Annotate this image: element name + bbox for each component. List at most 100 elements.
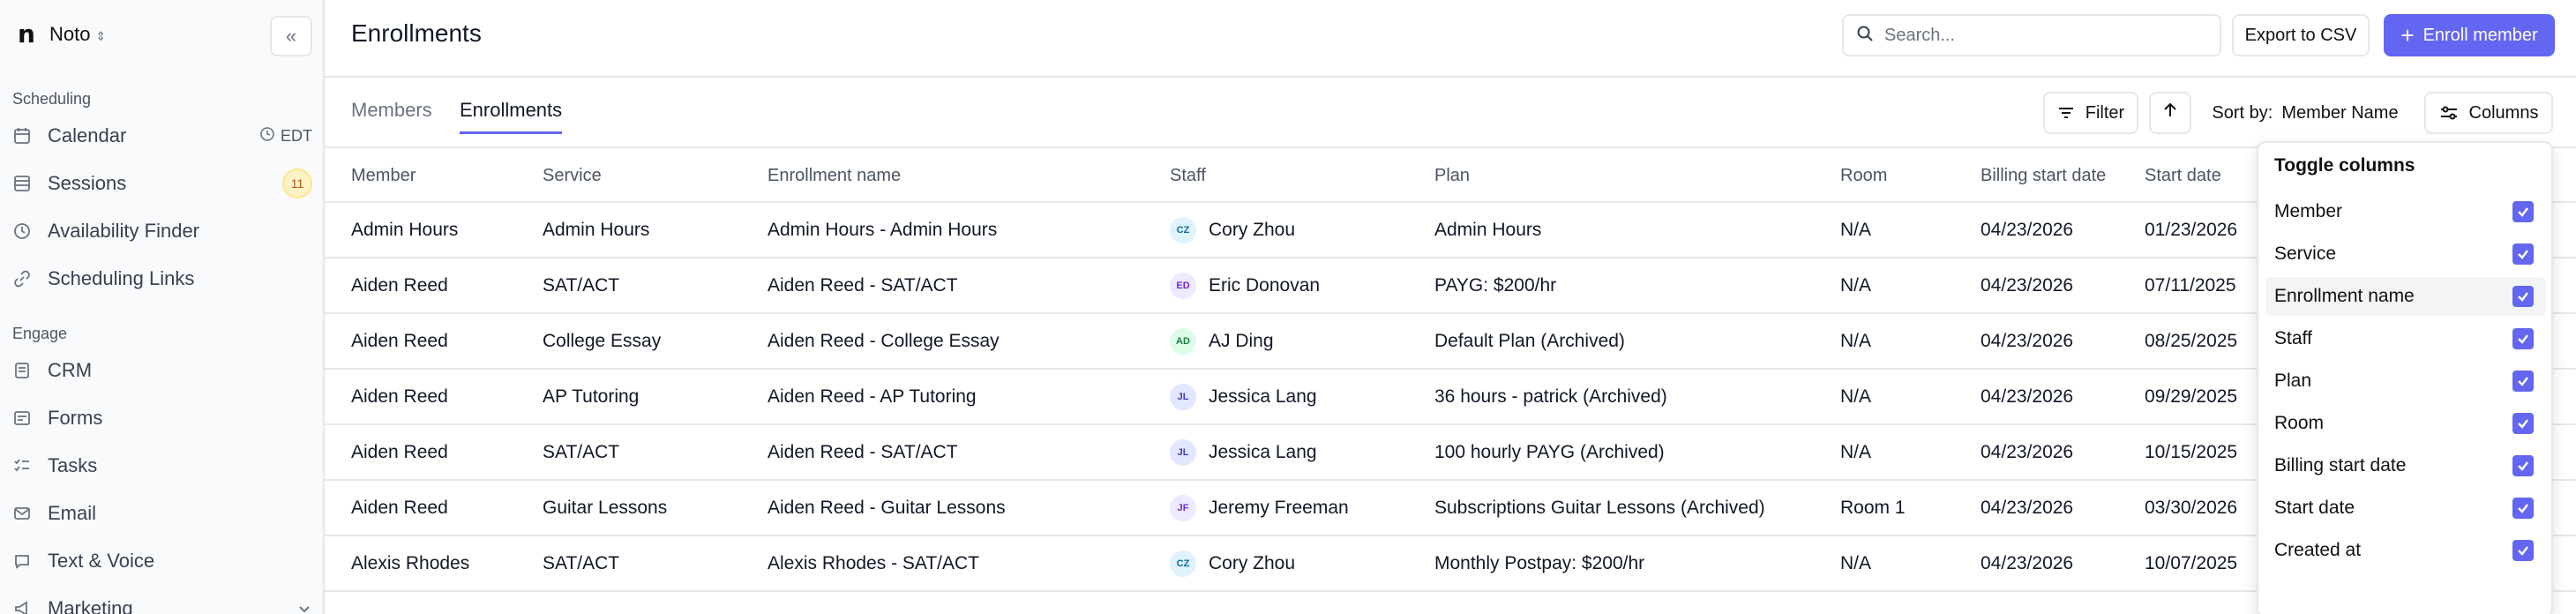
sidebar-item-label: Forms bbox=[48, 407, 103, 429]
cell-service: SAT/ACT bbox=[543, 274, 620, 296]
table-row[interactable]: Aiden Reed SAT/ACT Aiden Reed - SAT/ACT JL J… bbox=[325, 425, 2576, 481]
sidebar-item-label: Calendar bbox=[48, 124, 127, 146]
column-header-start-date[interactable]: Start date bbox=[2145, 148, 2221, 203]
megaphone-icon bbox=[12, 599, 32, 614]
org-switcher[interactable]: Noto ⇕ bbox=[49, 23, 106, 46]
cell-member: Alexis Rhodes bbox=[351, 552, 470, 573]
enroll-member-button[interactable]: + Enroll member bbox=[2384, 14, 2555, 56]
column-toggle-label: Enrollment name bbox=[2274, 286, 2415, 306]
cell-member: Admin Hours bbox=[351, 219, 459, 240]
table-row[interactable]: Aiden Reed Guitar Lessons Aiden Reed - Gui… bbox=[325, 481, 2576, 536]
arrow-up-icon bbox=[2161, 101, 2179, 124]
popup-title: Toggle columns bbox=[2274, 155, 2415, 176]
sidebar-item-marketing[interactable]: Marketing bbox=[12, 589, 312, 614]
table-row[interactable]: Admin Hours Admin Hours Admin Hours - Admi… bbox=[325, 203, 2576, 258]
clock-icon bbox=[259, 126, 275, 146]
cell-plan: Default Plan (Archived) bbox=[1434, 330, 1625, 351]
tasks-icon bbox=[12, 456, 32, 475]
checkbox-checked-icon[interactable] bbox=[2512, 243, 2534, 265]
sidebar-item-availability-finder[interactable]: Availability Finder bbox=[12, 212, 312, 251]
sidebar-item-crm[interactable]: CRM bbox=[12, 351, 312, 390]
staff-avatar: CZ bbox=[1170, 216, 1196, 243]
tab-members[interactable]: Members bbox=[351, 99, 432, 134]
sidebar-item-text-voice[interactable]: Text & Voice bbox=[12, 542, 312, 580]
columns-button[interactable]: Columns bbox=[2424, 92, 2553, 134]
staff-name: Eric Donovan bbox=[1209, 274, 1321, 296]
column-header-service[interactable]: Service bbox=[543, 148, 602, 203]
sidebar-item-scheduling-links[interactable]: Scheduling Links bbox=[12, 259, 312, 298]
column-toggle-item[interactable]: Billing start date bbox=[2265, 446, 2546, 485]
cell-room: Room 1 bbox=[1840, 497, 1906, 518]
sort-by-label: Sort by: bbox=[2212, 102, 2273, 123]
cell-start-date: 10/07/2025 bbox=[2145, 552, 2238, 573]
column-header-billing-start-date[interactable]: Billing start date bbox=[1981, 148, 2113, 203]
table-row[interactable]: Aiden Reed SAT/ACT Aiden Reed - SAT/ACT ED E… bbox=[325, 258, 2576, 314]
cell-member: Aiden Reed bbox=[351, 274, 448, 296]
header-divider bbox=[325, 76, 2576, 78]
cell-billing-start-date: 04/23/2026 bbox=[1981, 552, 2074, 573]
sidebar-item-label: Marketing bbox=[48, 597, 133, 614]
table-row[interactable]: Aiden Reed College Essay Aiden Reed - Coll… bbox=[325, 314, 2576, 370]
checkbox-checked-icon[interactable] bbox=[2512, 201, 2534, 222]
table-row[interactable]: Aiden Reed AP Tutoring Aiden Reed - AP Tut… bbox=[325, 370, 2576, 425]
column-toggle-item[interactable]: Service bbox=[2265, 235, 2546, 273]
table-row[interactable]: Alexis Rhodes SAT/ACT Alexis Rhodes - SAT/… bbox=[325, 536, 2576, 592]
cell-service: Admin Hours bbox=[543, 219, 650, 240]
column-toggle-item[interactable]: Plan bbox=[2265, 362, 2546, 401]
column-toggle-label: Room bbox=[2274, 413, 2325, 433]
checkbox-checked-icon[interactable] bbox=[2512, 286, 2534, 307]
column-header-plan[interactable]: Plan bbox=[1434, 148, 1470, 203]
sort-direction-button[interactable] bbox=[2149, 92, 2191, 134]
column-header-room[interactable]: Room bbox=[1840, 148, 1887, 203]
cell-plan: Subscriptions Guitar Lessons (Archived) bbox=[1434, 497, 1765, 518]
export-csv-button[interactable]: Export to CSV bbox=[2232, 14, 2370, 56]
table-header: Member Service Enrollment name Staff Pla… bbox=[325, 146, 2576, 203]
sidebar-item-sessions[interactable]: Sessions 11 bbox=[12, 164, 312, 203]
cell-start-date: 03/30/2026 bbox=[2145, 497, 2238, 518]
column-header-staff[interactable]: Staff bbox=[1170, 148, 1206, 203]
search-box[interactable] bbox=[1842, 14, 2221, 56]
staff-name: Jeremy Freeman bbox=[1209, 497, 1349, 518]
cell-staff: JF Jeremy Freeman bbox=[1170, 481, 1349, 535]
column-toggle-item[interactable]: Created at bbox=[2265, 531, 2546, 570]
cell-staff: JL Jessica Lang bbox=[1170, 425, 1317, 479]
sidebar-item-forms[interactable]: Forms bbox=[12, 399, 312, 438]
cell-enrollment-name: Aiden Reed - Guitar Lessons bbox=[768, 497, 1006, 518]
cell-enrollment-name: Alexis Rhodes - SAT/ACT bbox=[768, 552, 980, 573]
checkbox-checked-icon[interactable] bbox=[2512, 328, 2534, 349]
cell-member: Aiden Reed bbox=[351, 330, 448, 351]
cell-room: N/A bbox=[1840, 552, 1872, 573]
checkbox-checked-icon[interactable] bbox=[2512, 498, 2534, 519]
collapse-sidebar-button[interactable]: « bbox=[270, 16, 312, 56]
checkbox-checked-icon[interactable] bbox=[2512, 455, 2534, 476]
column-header-member[interactable]: Member bbox=[351, 148, 416, 203]
tab-enrollments[interactable]: Enrollments bbox=[460, 99, 563, 134]
sort-by-dropdown[interactable]: Sort by: Member Name bbox=[2197, 92, 2414, 134]
column-toggle-item[interactable]: Start date bbox=[2265, 489, 2546, 528]
column-toggle-item[interactable]: Member bbox=[2265, 192, 2546, 231]
column-toggle-item[interactable]: Enrollment name bbox=[2265, 277, 2546, 316]
column-toggle-label: Service bbox=[2274, 243, 2337, 264]
sidebar-item-email[interactable]: Email bbox=[12, 494, 312, 533]
column-header-enrollment-name[interactable]: Enrollment name bbox=[768, 148, 901, 203]
cell-room: N/A bbox=[1840, 386, 1872, 407]
list-icon bbox=[12, 174, 32, 193]
sidebar-item-tasks[interactable]: Tasks bbox=[12, 446, 312, 485]
cell-service: College Essay bbox=[543, 330, 662, 351]
cell-plan: Admin Hours bbox=[1434, 219, 1542, 240]
filter-button[interactable]: Filter bbox=[2043, 92, 2138, 134]
checkbox-checked-icon[interactable] bbox=[2512, 371, 2534, 392]
column-toggle-item[interactable]: Room bbox=[2265, 404, 2546, 443]
search-input[interactable] bbox=[1884, 25, 2202, 46]
sidebar-item-label: Availability Finder bbox=[48, 220, 200, 242]
checkbox-checked-icon[interactable] bbox=[2512, 413, 2534, 434]
sidebar-item-calendar[interactable]: Calendar EDT bbox=[12, 116, 312, 155]
app-logo: n bbox=[18, 19, 35, 49]
cell-room: N/A bbox=[1840, 219, 1872, 240]
column-toggle-item[interactable]: Staff bbox=[2265, 319, 2546, 358]
org-name: Noto bbox=[49, 23, 91, 45]
checkbox-checked-icon[interactable] bbox=[2512, 540, 2534, 561]
sidebar-item-label: CRM bbox=[48, 359, 93, 381]
columns-label: Columns bbox=[2468, 102, 2539, 123]
sidebar-item-label: Tasks bbox=[48, 454, 98, 476]
